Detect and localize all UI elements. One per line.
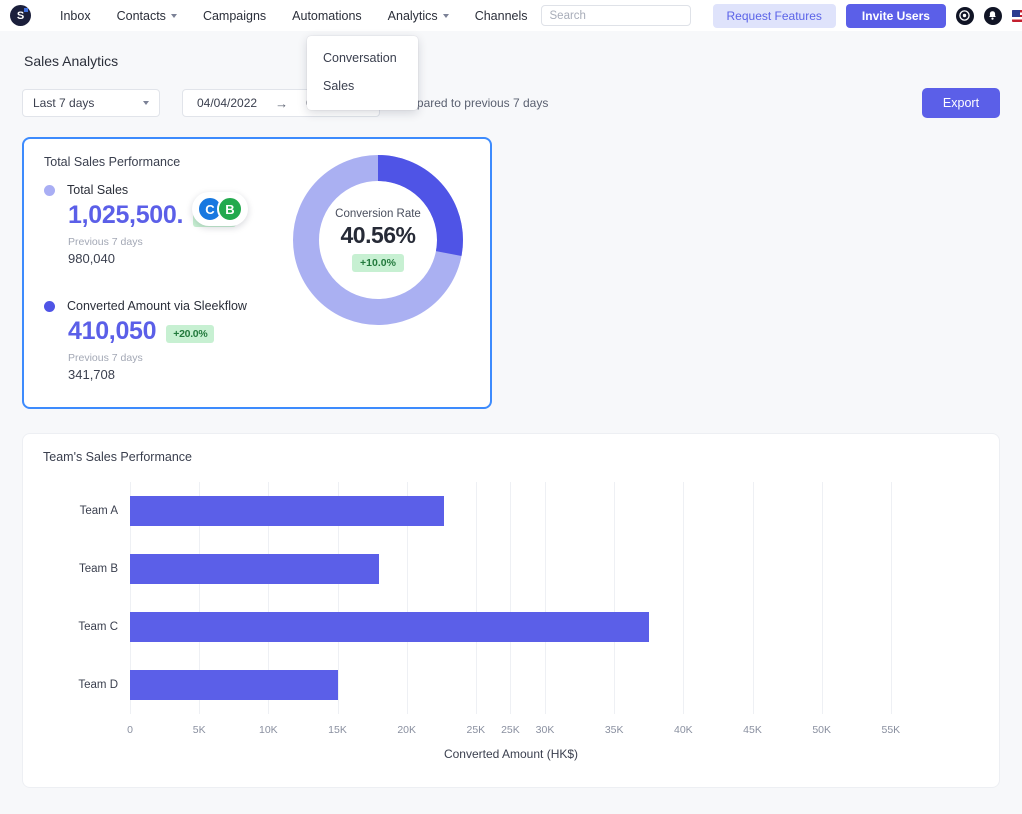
metric-total-sales: Total Sales 1,025,500. +5.0% Previous 7 …: [44, 183, 294, 266]
bar[interactable]: [130, 496, 444, 526]
bell-icon[interactable]: [984, 7, 1002, 25]
x-axis-tick-label: 0: [127, 724, 133, 736]
bar[interactable]: [130, 554, 379, 584]
date-from-value: 04/04/2022: [197, 96, 257, 110]
request-features-button[interactable]: Request Features: [713, 4, 836, 28]
y-axis-category-label: Team B: [79, 563, 118, 575]
nav-item-automations[interactable]: Automations: [279, 5, 374, 27]
nav-items: Inbox Contacts Campaigns Automations Ana…: [47, 5, 541, 27]
x-axis-title: Converted Amount (HK$): [23, 747, 999, 761]
nav-item-label: Inbox: [60, 9, 91, 23]
metric-previous-label: Previous 7 days: [68, 352, 294, 364]
menu-item-conversation[interactable]: Conversation: [307, 44, 418, 72]
x-axis-tick-label: 10K: [259, 724, 278, 736]
metric-header: Total Sales: [44, 183, 294, 197]
conversion-rate-donut-chart: Conversion Rate 40.56% +10.0%: [292, 154, 464, 326]
x-axis-tick-label: 40K: [674, 724, 693, 736]
nav-item-analytics[interactable]: Analytics: [375, 5, 462, 27]
x-axis-tick-label: 15K: [328, 724, 347, 736]
menu-item-sales[interactable]: Sales: [307, 72, 418, 100]
metric-previous-value: 341,708: [68, 367, 294, 382]
app-logo[interactable]: S: [10, 5, 31, 26]
page-content: Sales Analytics Last 7 days 04/04/2022 →…: [0, 31, 1022, 788]
x-axis-tick-label: 25K: [501, 724, 520, 736]
metric-change-badge: +20.0%: [166, 325, 214, 343]
x-axis-tick-label: 35K: [605, 724, 624, 736]
x-axis-tick-label: 55K: [881, 724, 900, 736]
x-axis-tick-label: 50K: [812, 724, 831, 736]
x-axis-tick-label: 5K: [193, 724, 206, 736]
donut-value: 40.56%: [340, 222, 415, 249]
metric-converted-amount: Converted Amount via Sleekflow 410,050 +…: [44, 299, 294, 382]
nav-item-label: Channels: [475, 9, 528, 23]
avatar-chip[interactable]: B: [217, 196, 243, 222]
metric-label: Converted Amount via Sleekflow: [67, 299, 247, 313]
analytics-dropdown-menu: Conversation Sales: [307, 36, 418, 110]
chevron-down-icon: [443, 14, 449, 18]
bar[interactable]: [130, 670, 338, 700]
top-navigation-bar: S Inbox Contacts Campaigns Automations A…: [0, 0, 1022, 31]
bar[interactable]: [130, 612, 649, 642]
donut-center-labels: Conversion Rate 40.56% +10.0%: [292, 154, 464, 326]
y-axis-category-label: Team A: [80, 505, 118, 517]
total-sales-performance-card[interactable]: Total Sales Performance Total Sales 1,02…: [22, 137, 492, 409]
nav-item-contacts[interactable]: Contacts: [104, 5, 190, 27]
nav-item-inbox[interactable]: Inbox: [47, 5, 104, 27]
x-axis-tick-label: 20K: [397, 724, 416, 736]
date-range-preset-value: Last 7 days: [33, 96, 94, 110]
nav-item-label: Contacts: [117, 9, 166, 23]
nav-item-campaigns[interactable]: Campaigns: [190, 5, 279, 27]
card-title: Team's Sales Performance: [23, 434, 999, 464]
donut-label: Conversion Rate: [335, 208, 421, 220]
x-axis-tick-label: 25K: [466, 724, 485, 736]
logo-spark-icon: [24, 8, 28, 12]
metric-list: Total Sales 1,025,500. +5.0% Previous 7 …: [44, 183, 294, 382]
invite-users-button[interactable]: Invite Users: [846, 4, 946, 28]
date-range-arrow-icon: →: [275, 96, 288, 111]
export-button[interactable]: Export: [922, 88, 1000, 118]
date-range-preset-select[interactable]: Last 7 days: [22, 89, 160, 117]
help-icon[interactable]: [956, 7, 974, 25]
x-axis-tick-labels: 0 5K 10K 15K 20K 25K 25K 30K 35K 40K 45K 50K 55K: [130, 724, 960, 740]
bar-row: Team C: [130, 598, 960, 656]
y-axis-category-label: Team C: [78, 621, 118, 633]
nav-item-channels[interactable]: Channels: [462, 5, 541, 27]
metric-header: Converted Amount via Sleekflow: [44, 299, 294, 313]
chevron-down-icon: [143, 101, 149, 105]
nav-item-label: Automations: [292, 9, 361, 23]
search-input[interactable]: [541, 5, 691, 26]
language-selector[interactable]: [1012, 10, 1022, 22]
metric-previous-label: Previous 7 days: [68, 236, 294, 248]
nav-item-label: Analytics: [388, 9, 438, 23]
legend-dot-icon: [44, 301, 55, 312]
metric-value: 410,050: [68, 317, 156, 346]
bar-row: Team A: [130, 482, 960, 540]
bar-chart-plot-area: Team ATeam BTeam CTeam D: [130, 482, 960, 714]
contact-avatar-chips[interactable]: C B: [192, 192, 248, 226]
donut-change-badge: +10.0%: [352, 254, 404, 272]
bar-chart: Team ATeam BTeam CTeam D 05K10K15K20K25K…: [23, 472, 999, 787]
chevron-down-icon: [171, 14, 177, 18]
metric-previous-value: 980,040: [68, 251, 294, 266]
filter-bar: Last 7 days 04/04/2022 → 04/11/2022 comp…: [22, 89, 1000, 117]
y-axis-category-label: Team D: [78, 679, 118, 691]
bar-row: Team D: [130, 656, 960, 714]
metric-label: Total Sales: [67, 183, 128, 197]
x-axis-tick-label: 30K: [536, 724, 555, 736]
us-flag-icon: [1012, 10, 1022, 22]
metric-value-row: 410,050 +20.0%: [68, 317, 294, 346]
x-axis-tick-label: 45K: [743, 724, 762, 736]
nav-item-label: Campaigns: [203, 9, 266, 23]
page-title: Sales Analytics: [22, 31, 1000, 69]
metric-value: 1,025,500.: [68, 201, 183, 230]
team-sales-performance-card: Team's Sales Performance Team ATeam BTea…: [22, 433, 1000, 788]
metric-value-row: 1,025,500. +5.0%: [68, 201, 294, 230]
legend-dot-icon: [44, 185, 55, 196]
bar-row: Team B: [130, 540, 960, 598]
